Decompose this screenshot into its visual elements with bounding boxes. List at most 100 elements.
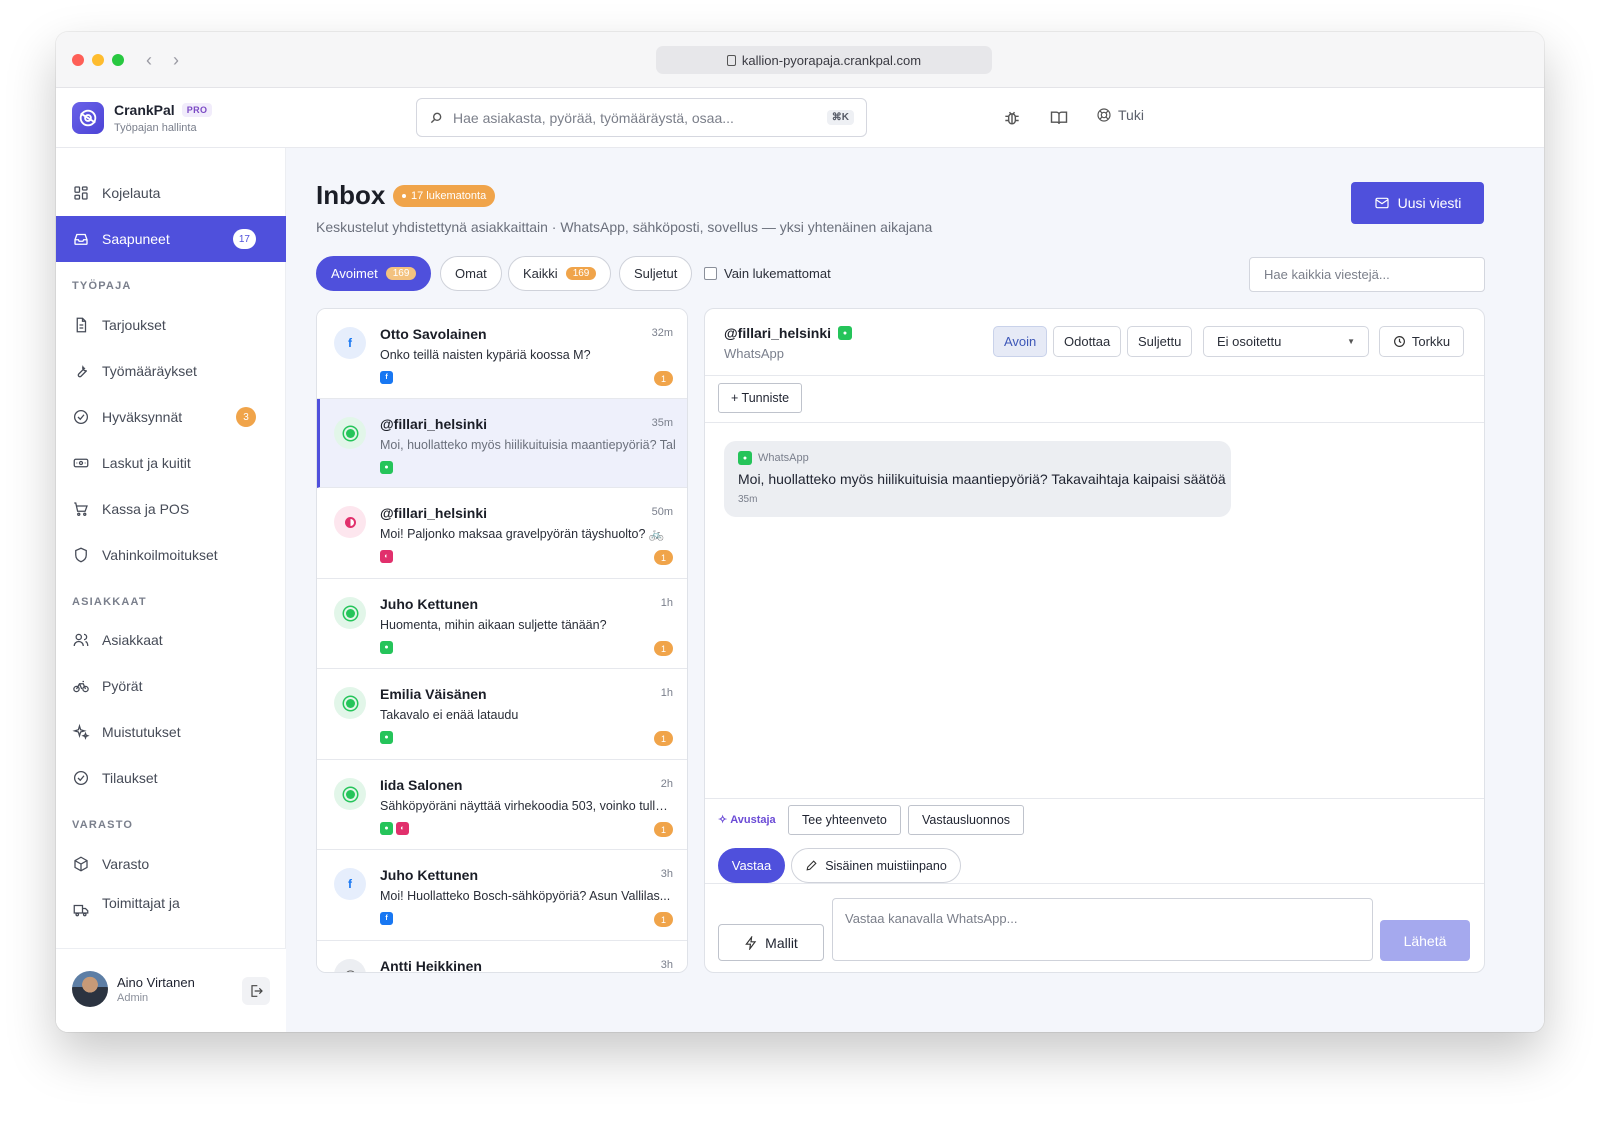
filter-tab-suljetut[interactable]: Suljetut	[619, 256, 693, 291]
sidebar-item-label: Työmääräykset	[102, 363, 197, 379]
internal-note-tab[interactable]: Sisäinen muistiinpano	[791, 848, 961, 883]
browser-titlebar: ‹ › kallion-pyorapaja.crankpal.com	[56, 32, 1544, 88]
filter-tab-avoimet[interactable]: Avoimet 169	[316, 256, 432, 291]
sidebar-item-pyorat[interactable]: Pyörät	[56, 663, 286, 709]
sidebar-item-label: Toimittajat ja	[102, 895, 180, 911]
close-window-button[interactable]	[72, 54, 84, 66]
sidebar-item-tilaukset[interactable]: Tilaukset	[56, 755, 286, 801]
sidebar-item-vahinkoilmoitukset[interactable]: Vahinkoilmoitukset	[56, 532, 286, 578]
sidebar-item-laskut[interactable]: Laskut ja kuitit	[56, 440, 286, 486]
whatsapp-icon	[334, 687, 366, 719]
sidebar-item-tarjoukset[interactable]: Tarjoukset	[56, 302, 286, 348]
grid-icon	[74, 186, 88, 200]
conversation-time: 1h	[660, 687, 673, 699]
shield-icon	[75, 547, 87, 563]
sidebar-item-label: Kojelauta	[102, 185, 161, 201]
conversation-name: Iida Salonen	[380, 777, 463, 793]
conversation-item[interactable]: Juho Kettunen 1h Huomenta, mihin aikaan …	[317, 579, 687, 669]
conversation-time: 2h	[660, 778, 673, 790]
contact-channel: WhatsApp	[724, 346, 784, 361]
reply-tab[interactable]: Vastaa	[718, 848, 785, 883]
draft-reply-button[interactable]: Vastausluonnos	[908, 805, 1025, 835]
crankpal-logo-icon	[72, 102, 104, 134]
email-icon: @	[334, 959, 366, 972]
assistant-label-text: Avustaja	[730, 813, 776, 826]
snooze-button[interactable]: Torkku	[1379, 326, 1464, 357]
chevron-down-icon: ▼	[1347, 337, 1355, 346]
assistant-label: ✧ Avustaja	[718, 813, 776, 827]
conversation-time: 50m	[651, 506, 673, 518]
brand-title: CrankPal	[114, 102, 175, 118]
clock-icon	[1393, 336, 1405, 347]
conversation-item[interactable]: f Otto Savolainen 32m Onko teillä naiste…	[317, 309, 687, 399]
sidebar-item-tyomaaraykset[interactable]: Työmääräykset	[56, 348, 286, 394]
instagram-icon	[334, 506, 366, 538]
forward-icon[interactable]: ›	[173, 50, 179, 70]
filter-label: Suljetut	[634, 266, 678, 281]
minimize-window-button[interactable]	[92, 54, 104, 66]
message-channel-label: WhatsApp	[758, 452, 809, 464]
conversation-item[interactable]: Iida Salonen 2h Sähköpyöräni näyttää vir…	[317, 760, 687, 850]
sidebar-item-varasto[interactable]: Varasto	[56, 841, 286, 887]
whatsapp-icon	[334, 417, 366, 449]
avatar[interactable]	[72, 971, 108, 1007]
templates-button[interactable]: Mallit	[718, 924, 824, 961]
checkbox-box[interactable]	[704, 267, 717, 280]
facebook-icon: f	[334, 868, 366, 900]
new-message-label: Uusi viesti	[1397, 195, 1462, 211]
assignee-select[interactable]: Ei osoitettu ▼	[1203, 326, 1369, 357]
facebook-icon: f	[380, 912, 393, 925]
whatsapp-icon	[334, 778, 366, 810]
app-header: CrankPal PRO Työpajan hallinta Hae asiaka…	[56, 88, 1544, 148]
sidebar-item-muistutukset[interactable]: Muistutukset	[56, 709, 286, 755]
bike-icon	[73, 680, 89, 693]
new-message-button[interactable]: Uusi viesti	[1351, 182, 1484, 224]
conversation-time: 35m	[651, 417, 673, 429]
message-search-input[interactable]: Hae kaikkia viestejä...	[1249, 257, 1485, 292]
zoom-window-button[interactable]	[112, 54, 124, 66]
conversation-preview: Moi! Huollatteko Bosch-sähköpyöriä? Asun…	[380, 889, 671, 903]
section-title-tyopaja: TYÖPAJA	[72, 280, 132, 292]
sidebar-item-kassa[interactable]: Kassa ja POS	[56, 486, 286, 532]
status-closed-button[interactable]: Suljettu	[1127, 326, 1193, 357]
address-bar[interactable]: kallion-pyorapaja.crankpal.com	[656, 46, 992, 74]
unread-count-badge: 1	[654, 550, 673, 565]
filter-tab-kaikki[interactable]: Kaikki 169	[508, 256, 612, 291]
bug-icon[interactable]	[1002, 108, 1022, 128]
page-icon	[726, 54, 736, 66]
sidebar-item-saapuneet[interactable]: Saapuneet 17	[56, 216, 286, 262]
conversation-time: 32m	[651, 327, 673, 339]
summarize-button[interactable]: Tee yhteenveto	[788, 805, 901, 835]
status-open-button[interactable]: Avoin	[993, 326, 1048, 357]
cart-icon	[74, 502, 88, 516]
sidebar-item-label: Muistutukset	[102, 724, 181, 740]
conversation-item-selected[interactable]: @fillari_helsinki 35m Moi, huollatteko m…	[317, 399, 687, 488]
sidebar-item-kojelauta[interactable]: Kojelauta	[56, 170, 286, 216]
brand-name: CrankPal PRO	[114, 102, 213, 118]
add-tag-button[interactable]: + Tunniste	[718, 383, 803, 413]
sidebar-item-hyvaksynnat[interactable]: Hyväksynnät 3	[56, 394, 286, 440]
conversation-item[interactable]: f Juho Kettunen 3h Moi! Huollatteko Bosc…	[317, 850, 687, 941]
conversation-time: 3h	[660, 868, 673, 880]
filter-tab-omat[interactable]: Omat	[440, 256, 502, 291]
instagram-icon: ◐	[380, 550, 393, 563]
conversation-item[interactable]: @ Antti Heikkinen 3h	[317, 941, 687, 972]
conversation-item[interactable]: @fillari_helsinki 50m Moi! Paljonko maks…	[317, 488, 687, 579]
status-waiting-button[interactable]: Odottaa	[1053, 326, 1122, 357]
conversation-item[interactable]: Emilia Väisänen 1h Takavalo ei enää lata…	[317, 669, 687, 760]
send-button[interactable]: Lähetä	[1380, 920, 1470, 961]
support-button[interactable]: Tuki	[1096, 107, 1144, 123]
sidebar-item-label: Tarjoukset	[102, 317, 166, 333]
book-icon[interactable]	[1049, 108, 1069, 128]
sidebar-item-asiakkaat[interactable]: Asiakkaat	[56, 617, 286, 663]
back-icon[interactable]: ‹	[146, 50, 152, 70]
logout-button[interactable]	[242, 977, 270, 1005]
unread-only-checkbox[interactable]: Vain lukemattomat	[704, 266, 831, 281]
unread-count-badge: 1	[654, 731, 673, 746]
conversation-time: 3h	[660, 959, 673, 971]
lightning-icon	[745, 935, 757, 950]
sidebar-item-toimittajat[interactable]: Toimittajat ja	[56, 887, 286, 927]
global-search-input[interactable]: Hae asiakasta, pyörää, työmääräystä, osa…	[416, 98, 867, 137]
reply-textarea[interactable]: Vastaa kanavalla WhatsApp...	[832, 898, 1373, 961]
user-role: Admin	[117, 992, 149, 1004]
